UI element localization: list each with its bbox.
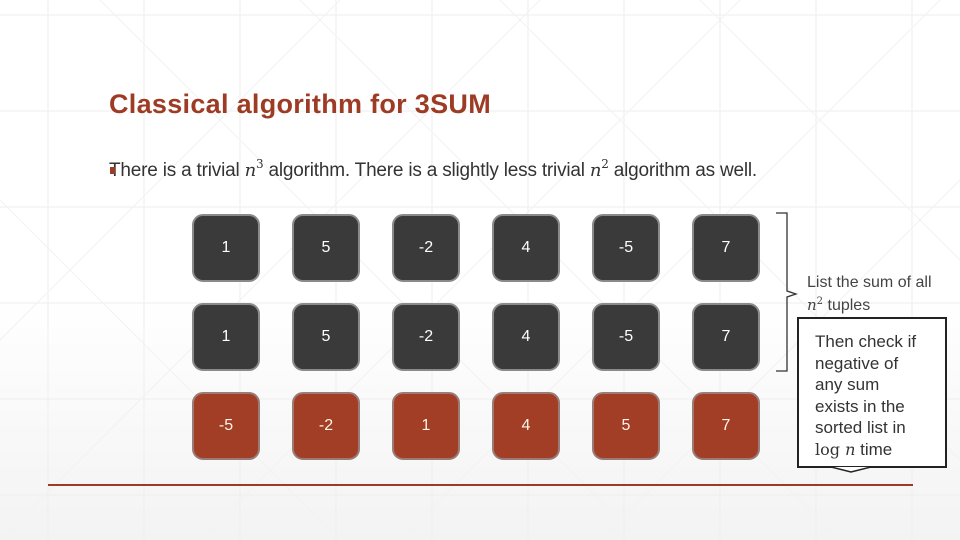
math-n-squared: n2 <box>589 157 609 181</box>
math-log: log <box>815 439 840 459</box>
callout-box: Then check if negative of any sum exists… <box>797 317 947 468</box>
sum-tuples-label: List the sum of all n2 tuples <box>807 273 932 315</box>
number-tile: -5 <box>592 214 660 282</box>
number-tile: 7 <box>692 214 760 282</box>
number-tile: 4 <box>492 392 560 460</box>
number-tile: 4 <box>492 303 560 371</box>
callout-tail-icon <box>831 466 871 473</box>
number-tile: -5 <box>192 392 260 460</box>
number-tile: 5 <box>592 392 660 460</box>
bullet-text-part1: There is a trivial <box>109 160 245 181</box>
number-tile: 1 <box>392 392 460 460</box>
number-tile: 7 <box>692 303 760 371</box>
callout-time: time <box>855 439 893 459</box>
bullet-text-part2: algorithm. There is a slightly less triv… <box>263 160 590 181</box>
math-exponent: 2 <box>601 157 609 171</box>
math-base: n <box>807 296 817 314</box>
number-tile: 1 <box>192 303 260 371</box>
number-tile: -5 <box>592 303 660 371</box>
footer-divider <box>48 484 913 486</box>
callout-body: Then check if negative of any sum exists… <box>815 332 917 437</box>
sum-label-line2: n2 tuples <box>807 292 932 315</box>
math-base: n <box>244 160 257 181</box>
math-n-squared-label: n2 <box>807 296 823 314</box>
bullet-text-part3: algorithm as well. <box>608 160 757 181</box>
number-tile: 1 <box>192 214 260 282</box>
sum-label-line1: List the sum of all <box>807 274 932 291</box>
number-tile: 7 <box>692 392 760 460</box>
math-log-n: log n <box>815 440 855 459</box>
math-n: n <box>845 439 856 459</box>
math-base: n <box>589 160 602 181</box>
number-tile: 4 <box>492 214 560 282</box>
number-tile: -2 <box>392 303 460 371</box>
math-n-cubed: n3 <box>244 157 264 181</box>
sum-label-rest: tuples <box>823 297 871 314</box>
bullet-point: There is a trivial n3 algorithm. There i… <box>109 157 757 182</box>
number-tile: 5 <box>292 303 360 371</box>
bullet-marker-icon <box>110 167 115 174</box>
number-tile: -2 <box>292 392 360 460</box>
number-tile: 5 <box>292 214 360 282</box>
slide-title: Classical algorithm for 3SUM <box>109 89 491 119</box>
number-tile: -2 <box>392 214 460 282</box>
right-brace-icon <box>776 212 798 372</box>
callout-text: Then check if negative of any sum exists… <box>815 331 916 460</box>
